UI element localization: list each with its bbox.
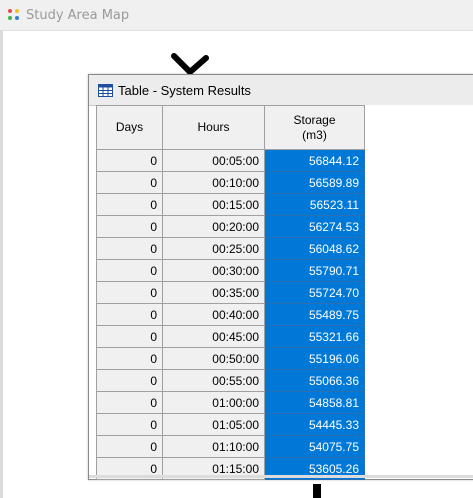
table-row[interactable]: 0 00:25:00 56048.62 (96, 237, 365, 260)
cell-days[interactable]: 0 (96, 369, 163, 392)
table-row[interactable]: 0 00:05:00 56844.12 (96, 149, 365, 172)
cell-hours[interactable]: 00:20:00 (162, 215, 265, 238)
table-grid-icon (98, 83, 113, 97)
cell-hours[interactable]: 01:05:00 (162, 413, 265, 436)
study-area-map-titlebar[interactable]: Study Area Map (0, 0, 473, 31)
cell-days[interactable]: 0 (96, 171, 163, 194)
cell-storage[interactable]: 54075.75 (264, 435, 365, 458)
table-row[interactable]: 0 00:35:00 55724.70 (96, 281, 365, 304)
cell-storage[interactable]: 55724.70 (264, 281, 365, 304)
pointer-stem-icon (313, 484, 321, 498)
table-row[interactable]: 0 00:55:00 55066.36 (96, 369, 365, 392)
table-window-title: Table - System Results (118, 82, 251, 98)
results-grid: Days Hours Storage (m3) 0 00:05:00 56844.1… (96, 105, 473, 480)
cell-storage[interactable]: 55196.06 (264, 347, 365, 370)
table-row[interactable]: 0 00:40:00 55489.75 (96, 303, 365, 326)
table-window-titlebar[interactable]: Table - System Results (89, 75, 473, 106)
cell-hours[interactable]: 01:00:00 (162, 391, 265, 414)
cell-days[interactable]: 0 (96, 193, 163, 216)
cell-days[interactable]: 0 (96, 435, 163, 458)
cell-days[interactable]: 0 (96, 149, 163, 172)
cell-storage[interactable]: 55489.75 (264, 303, 365, 326)
cell-hours[interactable]: 00:05:00 (162, 149, 265, 172)
table-row[interactable]: 0 00:20:00 56274.53 (96, 215, 365, 238)
cell-storage[interactable]: 54858.81 (264, 391, 365, 414)
study-area-map-title: Study Area Map (26, 7, 130, 23)
cell-days[interactable]: 0 (96, 303, 163, 326)
table-row[interactable]: 0 01:05:00 54445.33 (96, 413, 365, 436)
map-app-icon (8, 9, 20, 21)
results-table: Days Hours Storage (m3) 0 00:05:00 56844.1… (96, 105, 365, 480)
table-row[interactable]: 0 00:50:00 55196.06 (96, 347, 365, 370)
cell-hours[interactable]: 00:35:00 (162, 281, 265, 304)
cell-hours[interactable]: 00:45:00 (162, 325, 265, 348)
cell-hours[interactable]: 00:50:00 (162, 347, 265, 370)
cell-days[interactable]: 0 (96, 215, 163, 238)
system-results-table-window: Table - System Results Days Hours Storag… (88, 74, 473, 480)
window-edge (0, 30, 3, 498)
column-header-storage[interactable]: Storage (m3) (264, 105, 365, 150)
cell-days[interactable]: 0 (96, 325, 163, 348)
cell-storage[interactable]: 54445.33 (264, 413, 365, 436)
cell-storage[interactable]: 55321.66 (264, 325, 365, 348)
cell-days[interactable]: 0 (96, 281, 163, 304)
table-row[interactable]: 0 00:30:00 55790.71 (96, 259, 365, 282)
cell-hours[interactable]: 00:40:00 (162, 303, 265, 326)
cell-storage[interactable]: 55066.36 (264, 369, 365, 392)
cell-hours[interactable]: 00:10:00 (162, 171, 265, 194)
cell-days[interactable]: 0 (96, 413, 163, 436)
cell-days[interactable]: 0 (96, 391, 163, 414)
cell-storage[interactable]: 56274.53 (264, 215, 365, 238)
cell-hours[interactable]: 00:30:00 (162, 259, 265, 282)
cell-storage[interactable]: 56844.12 (264, 149, 365, 172)
cell-days[interactable]: 0 (96, 347, 163, 370)
results-table-body: 0 00:05:00 56844.12 0 00:10:00 56589.89 0 00:15… (96, 149, 365, 480)
cell-hours[interactable]: 00:55:00 (162, 369, 265, 392)
cell-hours[interactable]: 01:10:00 (162, 435, 265, 458)
cell-storage[interactable]: 56589.89 (264, 171, 365, 194)
table-row[interactable]: 0 00:15:00 56523.11 (96, 193, 365, 216)
column-header-hours[interactable]: Hours (162, 105, 265, 150)
horizontal-scrollbar[interactable] (89, 475, 473, 478)
table-row[interactable]: 0 00:10:00 56589.89 (96, 171, 365, 194)
cell-storage[interactable]: 56523.11 (264, 193, 365, 216)
cell-storage[interactable]: 56048.62 (264, 237, 365, 260)
table-row[interactable]: 0 01:10:00 54075.75 (96, 435, 365, 458)
cell-hours[interactable]: 00:25:00 (162, 237, 265, 260)
cell-hours[interactable]: 00:15:00 (162, 193, 265, 216)
cell-days[interactable]: 0 (96, 237, 163, 260)
column-header-days[interactable]: Days (96, 105, 163, 150)
table-row[interactable]: 0 00:45:00 55321.66 (96, 325, 365, 348)
cell-days[interactable]: 0 (96, 259, 163, 282)
cell-storage[interactable]: 55790.71 (264, 259, 365, 282)
table-row[interactable]: 0 01:00:00 54858.81 (96, 391, 365, 414)
